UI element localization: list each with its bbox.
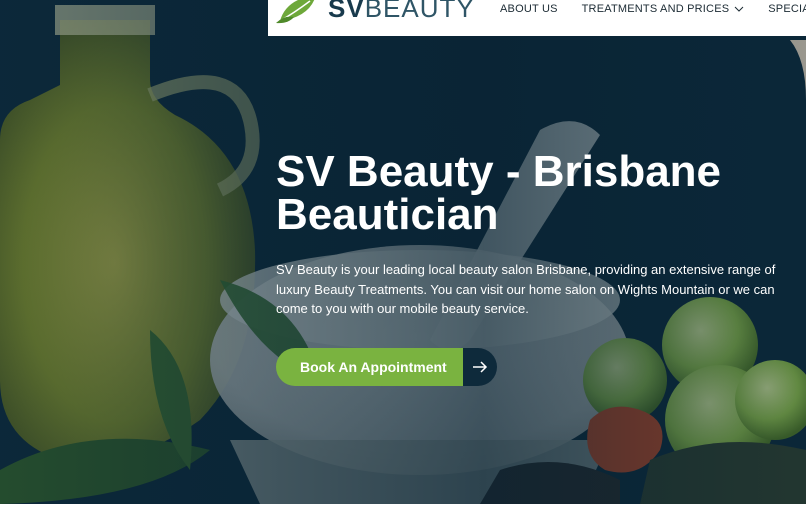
hero-overlay	[0, 0, 806, 504]
main-nav: ABOUT US TREATMENTS AND PRICES SPECIAL O	[500, 0, 806, 18]
logo-prefix: SV	[328, 0, 365, 23]
book-appointment-label: Book An Appointment	[276, 348, 463, 386]
hero-section: SVBEAUTY ABOUT US TREATMENTS AND PRICES …	[0, 0, 806, 504]
chevron-down-icon	[734, 6, 744, 12]
logo-wordmark: SVBEAUTY	[328, 0, 475, 24]
book-appointment-button[interactable]: Book An Appointment	[276, 348, 497, 386]
page-bottom-strip	[0, 504, 806, 508]
site-logo[interactable]: SVBEAUTY	[276, 0, 475, 26]
hero-title: SV Beauty - Brisbane Beautician	[276, 147, 722, 239]
leaf-logo-icon	[276, 0, 315, 24]
nav-treatments-and-prices[interactable]: TREATMENTS AND PRICES	[582, 3, 745, 15]
nav-treatments-label: TREATMENTS AND PRICES	[581, 3, 730, 15]
nav-special-offers[interactable]: SPECIAL O	[768, 3, 806, 15]
nav-about-us[interactable]: ABOUT US	[500, 3, 558, 15]
arrow-right-icon	[462, 348, 497, 386]
hero-description: SV Beauty is your leading local beauty s…	[276, 262, 776, 316]
logo-suffix: BEAUTY	[364, 0, 475, 23]
nav-about-us-label: ABOUT US	[500, 3, 558, 15]
nav-special-label: SPECIAL O	[768, 3, 806, 15]
site-header: SVBEAUTY ABOUT US TREATMENTS AND PRICES …	[268, 0, 806, 36]
